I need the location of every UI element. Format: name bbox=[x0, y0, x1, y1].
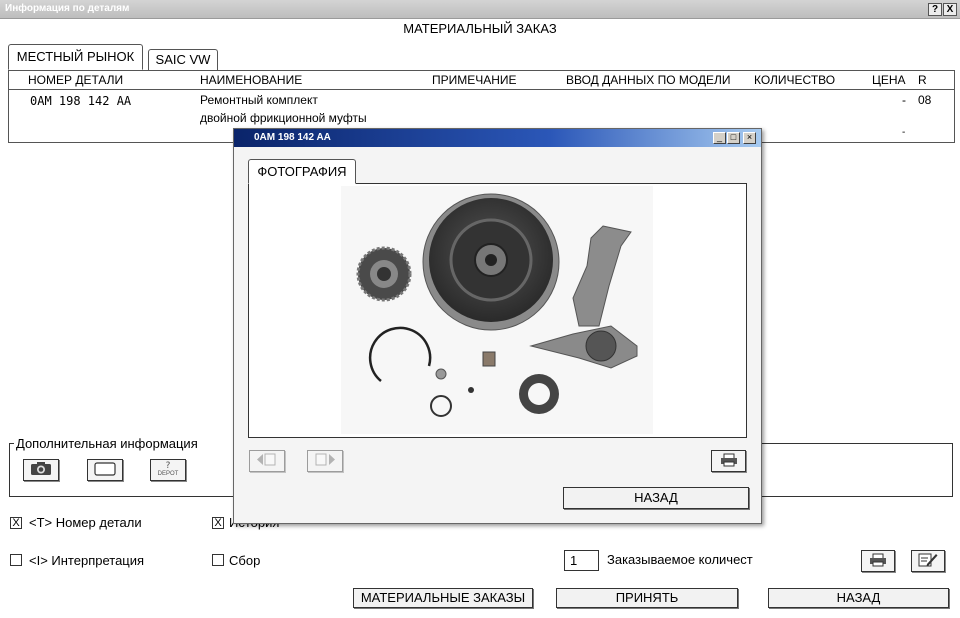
cell-price-2: - bbox=[902, 127, 906, 138]
next-page-icon bbox=[315, 453, 335, 469]
dialog-close-button[interactable]: × bbox=[743, 132, 756, 144]
interpretation-option-label: <I> Интерпретация bbox=[29, 553, 145, 568]
cell-part-number: 0AM 198 142 AA bbox=[30, 94, 132, 108]
printer-icon bbox=[869, 553, 887, 570]
depot-question-icon: ? bbox=[165, 461, 171, 471]
additional-info-title: Дополнительная информация bbox=[16, 436, 198, 451]
tab-saic-vw[interactable]: SAIC VW bbox=[148, 49, 218, 70]
col-r: R bbox=[918, 73, 927, 87]
page-title: МАТЕРИАЛЬНЫЙ ЗАКАЗ bbox=[403, 21, 557, 36]
edit-button[interactable] bbox=[911, 550, 945, 572]
col-name: НАИМЕНОВАНИЕ bbox=[200, 73, 303, 87]
previous-photo-button[interactable] bbox=[249, 450, 285, 472]
col-quantity: КОЛИЧЕСТВО bbox=[754, 73, 836, 87]
part-number-checkbox[interactable]: X bbox=[10, 517, 22, 529]
clutch-kit-image bbox=[356, 193, 638, 417]
depot-button[interactable]: ? DEPOT bbox=[150, 459, 186, 481]
frame-icon bbox=[94, 461, 116, 479]
clutch-kit-photo bbox=[341, 186, 653, 434]
quantity-input[interactable]: 1 bbox=[564, 550, 599, 571]
maximize-button[interactable]: □ bbox=[727, 132, 740, 144]
tab-local-market[interactable]: МЕСТНЫЙ РЫНОК bbox=[8, 44, 143, 70]
dialog-title-bar: 0AM 198 142 AA _ □ × bbox=[234, 129, 761, 147]
print-button[interactable] bbox=[861, 550, 895, 572]
window-title: Информация по деталям bbox=[5, 3, 130, 14]
tab-photo[interactable]: ФОТОГРАФИЯ bbox=[248, 159, 356, 184]
cell-price: - bbox=[902, 93, 906, 107]
dialog-print-button[interactable] bbox=[711, 450, 746, 472]
collection-option-label: Сбор bbox=[229, 553, 261, 568]
group-border-left bbox=[9, 443, 14, 444]
photo-button[interactable] bbox=[23, 459, 59, 481]
cell-r: 08 bbox=[918, 93, 932, 107]
window-title-bar: Информация по деталям ? X bbox=[0, 0, 960, 19]
interpretation-checkbox[interactable] bbox=[10, 554, 22, 566]
material-orders-button[interactable]: МАТЕРИАЛЬНЫЕ ЗАКАЗЫ bbox=[353, 588, 533, 608]
part-number-option-label: <T> Номер детали bbox=[29, 515, 142, 530]
collection-checkbox[interactable] bbox=[212, 554, 224, 566]
photo-frame bbox=[248, 183, 747, 438]
group-border-right bbox=[760, 443, 953, 444]
col-part-number: НОМЕР ДЕТАЛИ bbox=[28, 73, 124, 87]
dialog-back-button[interactable]: НАЗАД bbox=[563, 487, 749, 509]
close-window-button[interactable]: X bbox=[943, 3, 957, 16]
depot-label: DEPOT bbox=[157, 471, 179, 477]
minimize-button[interactable]: _ bbox=[713, 132, 726, 144]
edit-icon bbox=[918, 552, 938, 570]
printer-icon bbox=[720, 453, 738, 470]
col-price: ЦЕНА bbox=[872, 73, 906, 87]
next-photo-button[interactable] bbox=[307, 450, 343, 472]
col-model-data: ВВОД ДАННЫХ ПО МОДЕЛИ bbox=[566, 73, 731, 87]
frame-button[interactable] bbox=[87, 459, 123, 481]
dialog-title: 0AM 198 142 AA bbox=[254, 132, 331, 143]
photo-dialog: 0AM 198 142 AA _ □ × ФОТОГРАФИЯ НАЗАД bbox=[233, 128, 762, 524]
previous-page-icon bbox=[257, 453, 277, 469]
history-checkbox[interactable]: X bbox=[212, 517, 224, 529]
col-note: ПРИМЕЧАНИЕ bbox=[432, 73, 517, 87]
cell-name-line2: двойной фрикционной муфты bbox=[200, 111, 367, 125]
quantity-label: Заказываемое количест bbox=[607, 552, 753, 567]
back-button[interactable]: НАЗАД bbox=[768, 588, 949, 608]
camera-icon bbox=[30, 461, 52, 479]
help-button[interactable]: ? bbox=[928, 3, 942, 16]
accept-button[interactable]: ПРИНЯТЬ bbox=[556, 588, 738, 608]
cell-name-line1: Ремонтный комплект bbox=[200, 93, 318, 107]
